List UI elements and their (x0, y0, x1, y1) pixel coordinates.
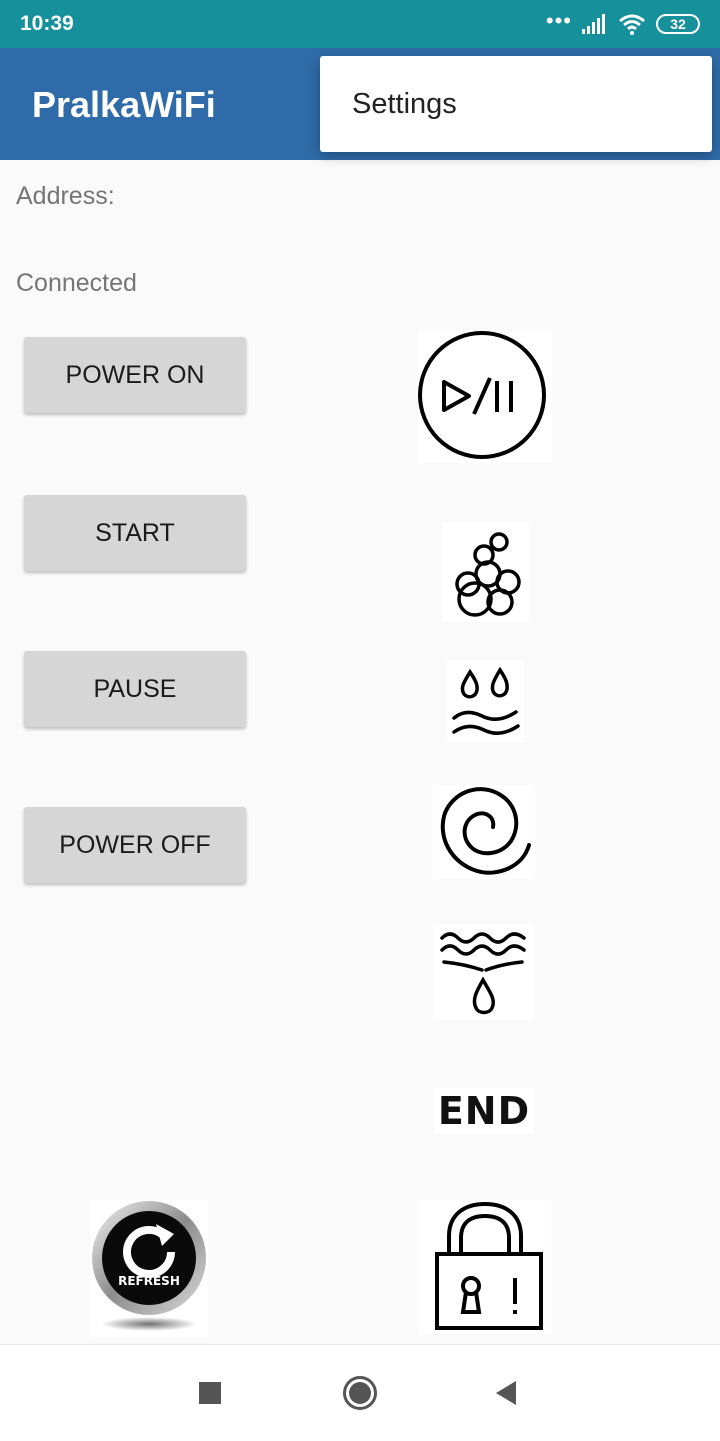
app-title: PralkaWiFi (32, 84, 216, 125)
refresh-label: REFRESH (118, 1274, 180, 1288)
refresh-button[interactable]: REFRESH (90, 1200, 208, 1338)
spin-icon (440, 787, 531, 875)
home-icon[interactable] (342, 1375, 378, 1411)
recent-apps-icon[interactable] (199, 1382, 221, 1404)
status-time: 10:39 (20, 12, 74, 35)
connection-status: Connected (16, 269, 137, 297)
drain-icon (440, 932, 526, 1015)
overflow-menu: Settings (320, 56, 712, 152)
battery-icon: 32 (656, 14, 700, 34)
power-on-button[interactable]: POWER ON (24, 337, 246, 413)
play-pause-indicator[interactable] (418, 331, 552, 463)
play-pause-icon (418, 331, 546, 459)
end-label: END (437, 1089, 531, 1133)
address-label: Address: (16, 182, 115, 210)
end-indicator: END (434, 1088, 534, 1134)
padlock-icon (435, 1201, 543, 1330)
refresh-icon (92, 1201, 206, 1331)
wifi-icon (619, 14, 645, 35)
drain-indicator (434, 924, 534, 1020)
spin-indicator (433, 785, 535, 879)
start-button[interactable]: START (24, 495, 246, 571)
status-icons: ••• 32 (545, 8, 700, 36)
pause-button[interactable]: PAUSE (24, 651, 246, 727)
rinse-indicator (446, 660, 524, 742)
navigation-bar (0, 1344, 720, 1441)
rinse-icon (452, 666, 520, 735)
menu-item-settings[interactable]: Settings (352, 88, 457, 121)
wash-indicator (442, 522, 530, 622)
lock-indicator (419, 1200, 551, 1334)
signal-icon (582, 14, 605, 34)
more-dots-icon: ••• (545, 8, 572, 33)
status-bar: 10:39 ••• 32 (0, 0, 720, 48)
bubbles-icon (455, 532, 521, 617)
power-off-button[interactable]: POWER OFF (24, 807, 246, 883)
back-icon[interactable] (494, 1380, 518, 1406)
